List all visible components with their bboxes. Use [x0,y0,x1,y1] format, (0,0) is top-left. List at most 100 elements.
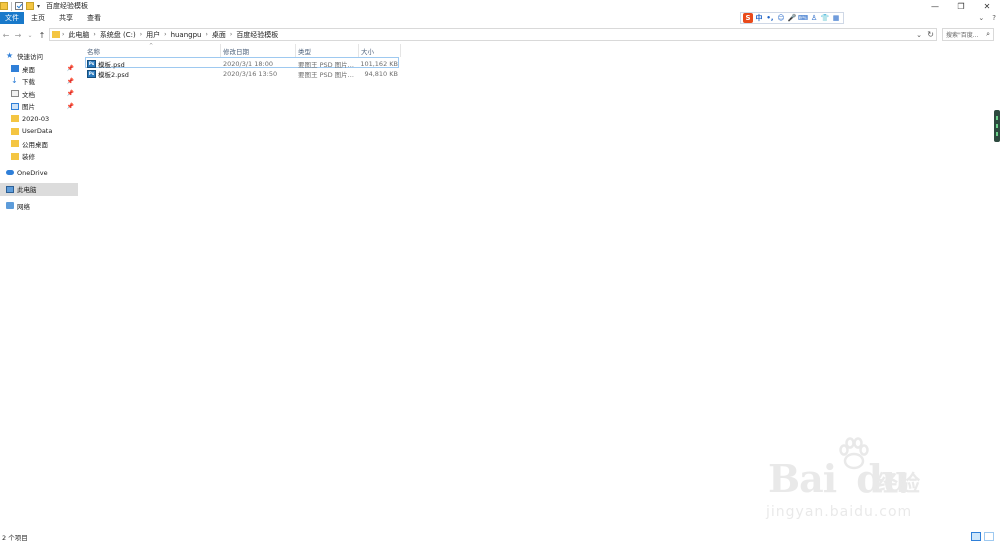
title-bar: ▾ 百度经验模板 — ❐ ✕ [0,0,1000,12]
table-row[interactable]: Ps 模板2.psd 2020/3/16 13:50 要图王 PSD 图片...… [85,68,405,79]
ime-user-icon[interactable]: ♙ [809,13,819,23]
refresh-icon[interactable]: ↻ [927,30,934,39]
folder-icon [11,127,19,135]
sidebar-item-label: 2020-03 [22,114,50,123]
floating-side-widget[interactable] [994,110,1000,142]
sidebar-item-this-pc[interactable]: 此电脑 [0,183,78,196]
folder-icon [0,2,8,10]
address-dropdown-icon[interactable]: ⌄ [916,31,922,39]
sidebar-item-label: OneDrive [17,168,48,177]
forward-button[interactable]: → [12,29,24,41]
sidebar-item-label: 快速访问 [17,53,43,62]
customize-toolbar-dropdown-icon[interactable]: ▾ [37,3,40,10]
sidebar-item-2020-03[interactable]: 2020-03 [0,113,78,126]
sidebar-item-label: UserData [22,127,53,136]
pin-icon[interactable]: 📌 [67,90,74,97]
ime-keyboard-icon[interactable]: ⌨ [798,13,808,23]
table-row[interactable]: Ps 模板.psd 2020/3/1 18:00 要图王 PSD 图片... 1… [85,57,399,69]
star-icon: ★ [6,51,14,61]
help-icon[interactable]: ? [992,14,996,22]
watermark-suffix: 经验 [876,472,921,497]
navigation-pane: ★ 快速访问 桌面 📌 ↓ 下载 📌 文档 📌 图片 📌 2020-03 Use… [0,50,78,530]
new-folder-icon[interactable] [26,2,34,10]
close-button[interactable]: ✕ [974,0,1000,12]
widget-indicator [996,132,998,136]
details-view-button[interactable] [971,532,981,541]
tab-share[interactable]: 共享 [52,12,80,24]
sidebar-item-downloads[interactable]: ↓ 下载 📌 [0,75,78,88]
column-header-date[interactable]: 修改日期 [221,44,296,57]
up-button[interactable]: ↑ [36,29,48,41]
column-header-type[interactable]: 类型 [296,44,359,57]
download-icon: ↓ [11,76,18,86]
tab-view[interactable]: 查看 [80,12,108,24]
sidebar-item-pictures[interactable]: 图片 📌 [0,100,78,113]
column-header-name[interactable]: 名称 [85,44,221,57]
address-bar[interactable]: › 此电脑 › 系统盘 (C:) › 用户 › huangpu › 桌面 › 百… [49,28,937,41]
recent-locations-icon[interactable]: ⌄ [24,29,36,41]
sidebar-item-onedrive[interactable]: OneDrive [0,167,78,180]
ribbon-tabs: 文件 主页 共享 查看 [0,12,1000,24]
ime-emoji-icon[interactable]: ☺ [776,13,786,23]
search-icon[interactable]: ⌕ [986,30,990,39]
back-button[interactable]: ← [0,29,12,41]
sidebar-item-label: 此电脑 [17,186,37,195]
sidebar-item-quick-access[interactable]: ★ 快速访问 [0,50,78,63]
ime-toolbox-icon[interactable]: ▦ [831,13,841,23]
pin-icon[interactable]: 📌 [67,65,74,72]
breadcrumb-current-folder[interactable]: 百度经验模板 [232,30,282,40]
search-box[interactable]: 搜索"百度... ⌕ [942,28,994,41]
ime-skin-icon[interactable]: 👕 [820,13,830,23]
breadcrumb-this-pc[interactable]: 此电脑 [64,30,93,40]
restore-button[interactable]: ❐ [948,0,974,12]
ime-punctuation-icon[interactable]: •, [765,13,775,23]
desktop-icon [11,65,19,73]
ime-chinese-mode-icon[interactable]: 中 [754,13,764,23]
folder-icon [11,115,19,123]
documents-icon [11,90,19,98]
search-placeholder: 搜索"百度... [946,32,979,39]
sidebar-item-label: 下载 [22,78,35,87]
column-header-size[interactable]: 大小 [359,44,401,57]
large-icons-view-button[interactable] [984,532,994,541]
properties-icon[interactable] [15,2,23,10]
breadcrumb-users[interactable]: 用户 [142,30,164,40]
computer-icon [6,185,14,193]
sogou-logo-icon[interactable]: S [743,13,753,23]
tab-home[interactable]: 主页 [24,12,52,24]
sidebar-item-userdata[interactable]: UserData [0,125,78,138]
sidebar-item-network[interactable]: 网络 [0,200,78,213]
sidebar-item-public-desktop[interactable]: 公用桌面 [0,138,78,151]
tab-file[interactable]: 文件 [0,12,24,24]
pictures-icon [11,102,19,110]
baidu-jingyan-watermark: Bai du 经验 jingyan.baidu.com [760,436,960,526]
pin-icon[interactable]: 📌 [67,103,74,110]
widget-indicator [996,116,998,120]
sidebar-item-label: 网络 [17,202,30,211]
status-bar: 2 个项目 [0,531,1000,543]
sidebar-item-renovation[interactable]: 装修 [0,150,78,163]
quick-access-toolbar: ▾ [0,1,40,11]
sidebar-item-desktop[interactable]: 桌面 📌 [0,63,78,76]
ime-voice-icon[interactable]: 🎤 [787,13,797,23]
file-explorer-window: ▾ 百度经验模板 — ❐ ✕ 文件 主页 共享 查看 S 中 •, ☺ 🎤 ⌨ … [0,0,1000,543]
sidebar-item-label: 桌面 [22,65,35,74]
widget-indicator [996,124,998,128]
sidebar-item-documents[interactable]: 文档 📌 [0,88,78,101]
minimize-button[interactable]: — [922,0,948,12]
file-name-cell: Ps 模板2.psd [87,68,129,79]
ime-toolbar: S 中 •, ☺ 🎤 ⌨ ♙ 👕 ▦ [740,12,844,24]
ribbon-right-controls: ⌄ ? [978,12,996,24]
file-size: 94,810 KB [364,69,398,78]
breadcrumb-system-drive[interactable]: 系统盘 (C:) [96,30,140,40]
sidebar-item-label: 公用桌面 [22,140,48,149]
ribbon-expand-icon[interactable]: ⌄ [978,14,984,22]
window-controls: — ❐ ✕ [922,0,1000,12]
folder-icon [11,152,19,160]
window-title: 百度经验模板 [46,2,89,10]
file-type: 要图王 PSD 图片... [298,70,354,79]
sidebar-item-label: 装修 [22,153,35,162]
pin-icon[interactable]: 📌 [67,78,74,85]
breadcrumb-desktop[interactable]: 桌面 [208,30,230,40]
breadcrumb-user-folder[interactable]: huangpu [167,31,206,39]
